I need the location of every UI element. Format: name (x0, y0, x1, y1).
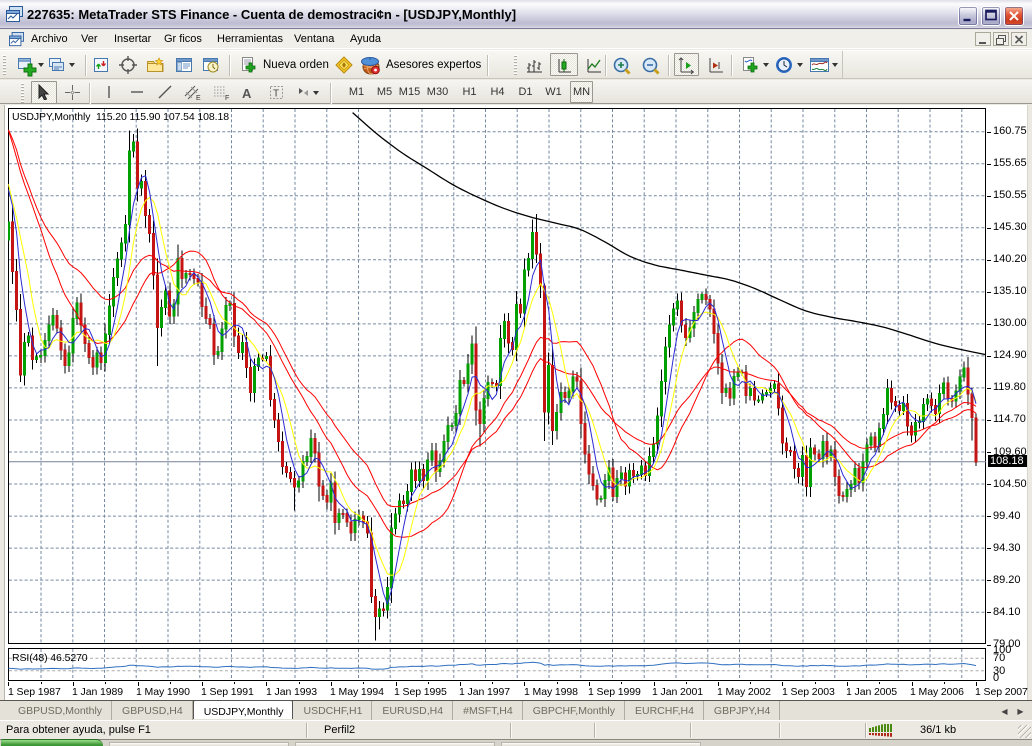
svg-text:T: T (273, 89, 279, 100)
svg-text:E: E (196, 95, 201, 101)
svg-text:F: F (225, 95, 229, 101)
